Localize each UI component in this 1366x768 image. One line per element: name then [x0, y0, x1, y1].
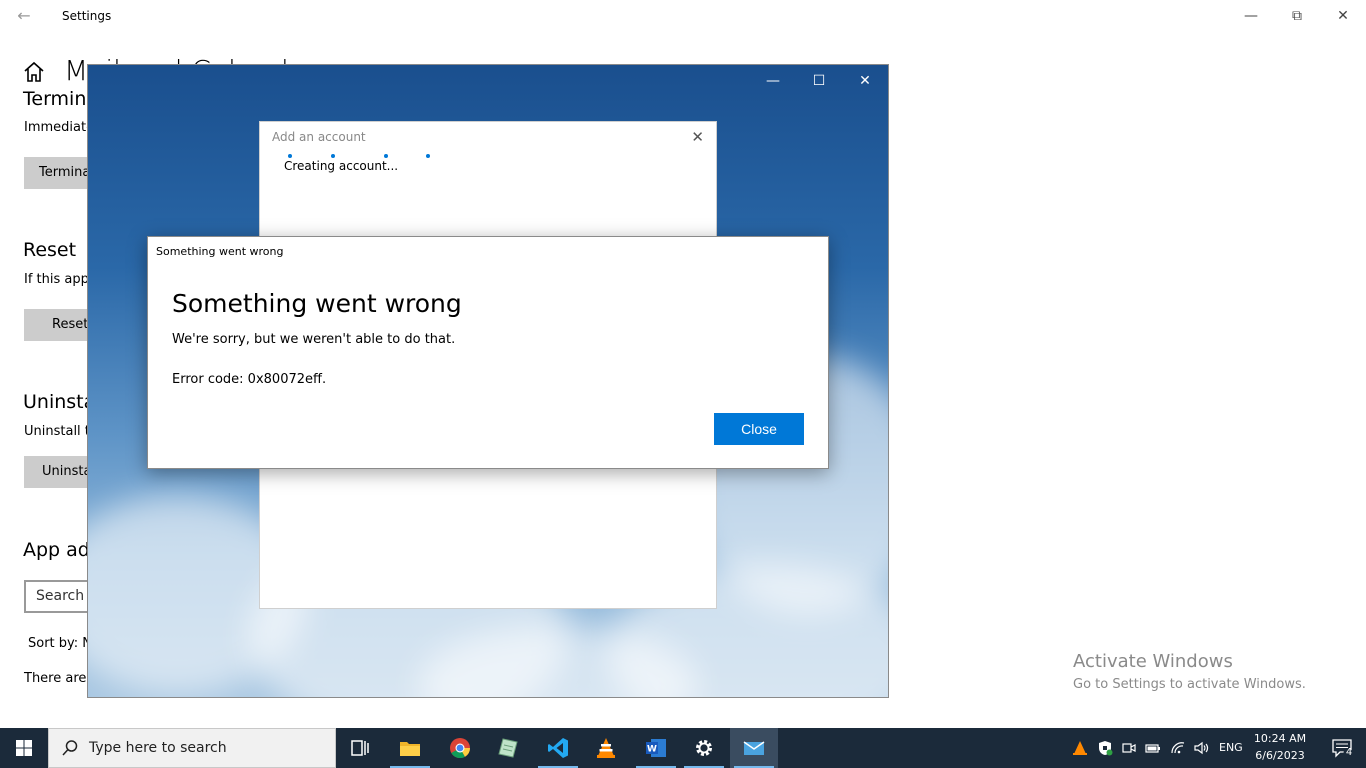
battery-icon[interactable] [1145, 740, 1161, 756]
progress-dot [288, 154, 292, 158]
search-icon [62, 740, 78, 756]
task-view-button[interactable] [336, 728, 384, 768]
clock-time[interactable]: 10:24 AM [1252, 732, 1308, 745]
error-message: We're sorry, but we weren't able to do t… [172, 332, 456, 347]
vscode-icon [548, 738, 568, 758]
gear-icon [696, 740, 712, 756]
error-dialog-caption: Something went wrong [156, 245, 284, 258]
activate-windows-subtitle: Go to Settings to activate Windows. [1073, 677, 1306, 692]
activate-windows-title: Activate Windows [1073, 651, 1233, 672]
error-heading: Something went wrong [172, 289, 462, 318]
file-explorer-button[interactable] [386, 728, 434, 768]
taskbar: Type here to search W ENG 10:24 AM 6/6/2… [0, 728, 1366, 768]
security-shield-icon[interactable] [1097, 740, 1113, 756]
minimize-icon[interactable]: — [1228, 0, 1274, 32]
chrome-button[interactable] [436, 728, 484, 768]
notepad-icon [498, 738, 518, 758]
start-button[interactable] [0, 728, 48, 768]
word-button[interactable]: W [632, 728, 680, 768]
mail-app-button[interactable] [730, 728, 778, 768]
taskbar-search-box[interactable]: Type here to search [48, 728, 336, 768]
reset-heading: Reset [23, 239, 77, 261]
mail-icon [743, 741, 765, 755]
clock-date[interactable]: 6/6/2023 [1252, 749, 1308, 762]
progress-dot [331, 154, 335, 158]
progress-dot [384, 154, 388, 158]
add-account-title: Add an account [272, 130, 366, 144]
svg-text:W: W [647, 745, 657, 755]
settings-titlebar: ← Settings — ⧉ ✕ [0, 0, 1366, 32]
language-indicator[interactable]: ENG [1219, 741, 1243, 754]
restore-icon[interactable]: ⧉ [1274, 0, 1320, 32]
error-dialog: Something went wrong Something went wron… [147, 236, 829, 469]
mail-minimize-icon[interactable]: — [750, 65, 796, 97]
vlc-button[interactable] [582, 728, 630, 768]
notification-center-button[interactable]: 4 [1318, 728, 1366, 768]
error-code: Error code: 0x80072eff. [172, 372, 327, 387]
word-icon: W [646, 739, 666, 757]
notification-count: 4 [1345, 747, 1353, 758]
add-account-close-icon[interactable]: ✕ [691, 128, 704, 146]
notepad-plus-button[interactable] [484, 728, 532, 768]
progress-dot [426, 154, 430, 158]
vscode-button[interactable] [534, 728, 582, 768]
folder-icon [400, 742, 420, 756]
task-view-icon [351, 740, 369, 756]
vlc-tray-icon[interactable] [1072, 740, 1088, 756]
mail-close-icon[interactable]: ✕ [842, 65, 888, 97]
back-arrow-icon[interactable]: ← [8, 0, 40, 32]
close-button[interactable]: Close [714, 413, 804, 445]
taskbar-search-placeholder: Type here to search [89, 740, 227, 756]
volume-icon[interactable] [1193, 740, 1209, 756]
meet-now-icon[interactable] [1121, 740, 1137, 756]
mail-maximize-icon[interactable]: ☐ [796, 65, 842, 97]
close-icon[interactable]: ✕ [1320, 0, 1366, 32]
wifi-icon[interactable] [1170, 740, 1186, 756]
settings-app-button[interactable] [680, 728, 728, 768]
settings-title: Settings [62, 9, 112, 23]
creating-account-status: Creating account... [284, 159, 399, 173]
chrome-icon [450, 738, 471, 759]
windows-logo-icon [16, 740, 32, 756]
vlc-icon [597, 738, 615, 758]
home-icon[interactable] [22, 60, 46, 84]
